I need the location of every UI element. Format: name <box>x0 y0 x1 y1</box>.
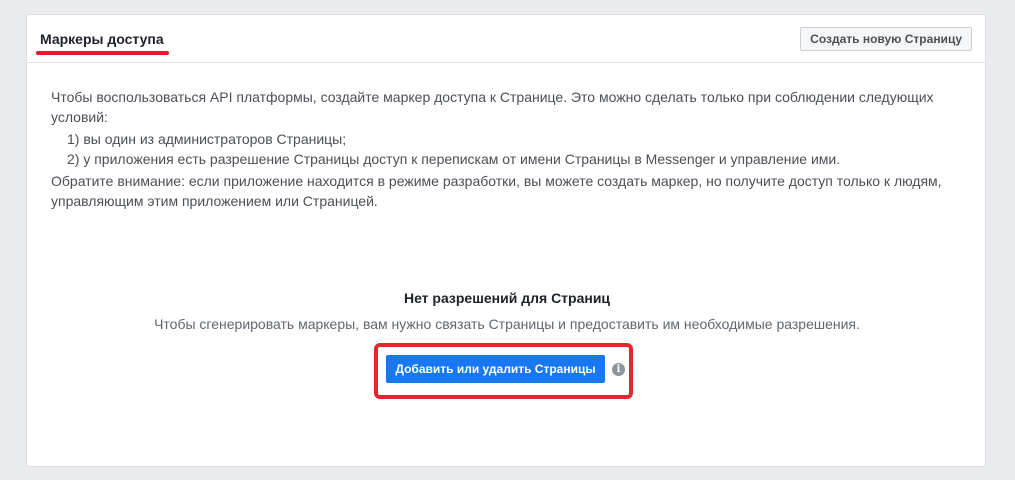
title-underline-annotation <box>36 51 169 55</box>
empty-state: Нет разрешений для Страниц Чтобы сгенери… <box>27 289 987 333</box>
page-title: Маркеры доступа <box>40 31 164 47</box>
condition-item: 1) вы один из администраторов Страницы; <box>67 131 347 147</box>
conditions-list: 1) вы один из администраторов Страницы; … <box>67 129 971 169</box>
empty-state-description: Чтобы сгенерировать маркеры, вам нужно с… <box>154 316 860 332</box>
dev-mode-note: Обратите внимание: если приложение наход… <box>51 173 942 209</box>
card-header: Маркеры доступа Создать новую Страницу <box>27 15 985 63</box>
add-or-remove-pages-button[interactable]: Добавить или удалить Страницы <box>386 355 605 383</box>
empty-state-title: Нет разрешений для Страниц <box>403 290 611 306</box>
info-icon[interactable]: i <box>612 363 625 376</box>
condition-item: 2) у приложения есть разрешение Страницы… <box>67 151 841 167</box>
create-new-page-button[interactable]: Создать новую Страницу <box>800 27 972 51</box>
access-tokens-card: Маркеры доступа Создать новую Страницу Ч… <box>26 14 986 467</box>
intro-paragraph: Чтобы воспользоваться API платформы, соз… <box>51 89 934 125</box>
intro-text: Чтобы воспользоваться API платформы, соз… <box>51 87 971 211</box>
